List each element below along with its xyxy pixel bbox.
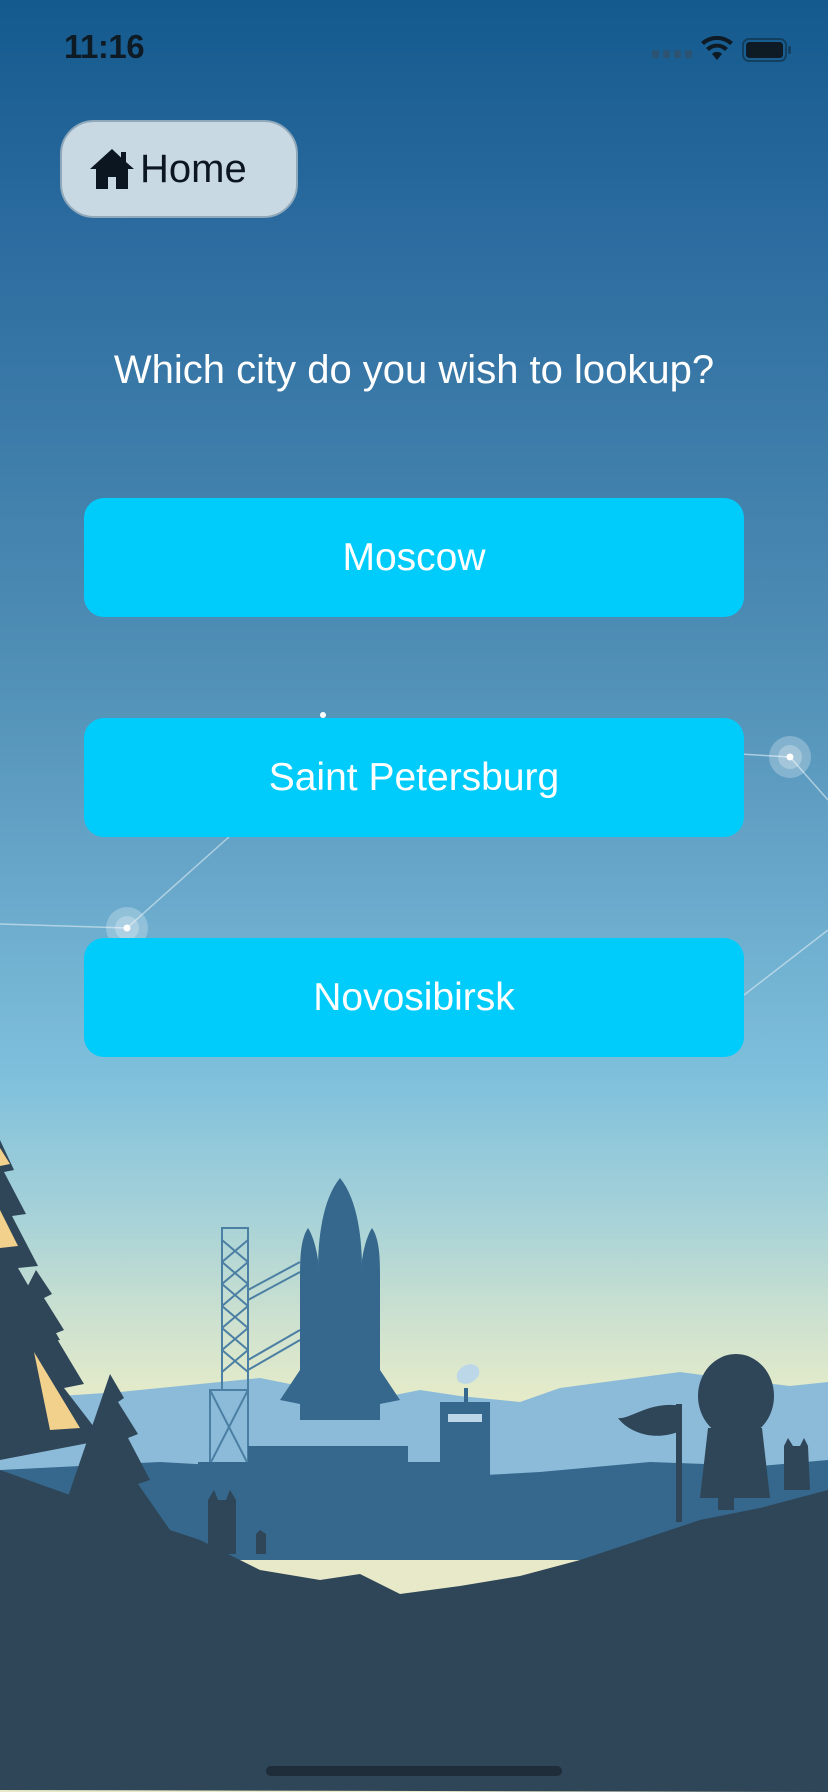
space-launch-illustration: [0, 1140, 828, 1792]
city-button-saint-petersburg[interactable]: Saint Petersburg: [84, 718, 744, 837]
city-button-moscow[interactable]: Moscow: [84, 498, 744, 617]
app-screen: 11:16 Home Which city do you wish to loo…: [0, 0, 828, 1792]
rocket-silhouette: [280, 1178, 400, 1420]
home-indicator[interactable]: [266, 1766, 562, 1776]
city-button-novosibirsk[interactable]: Novosibirsk: [84, 938, 744, 1057]
